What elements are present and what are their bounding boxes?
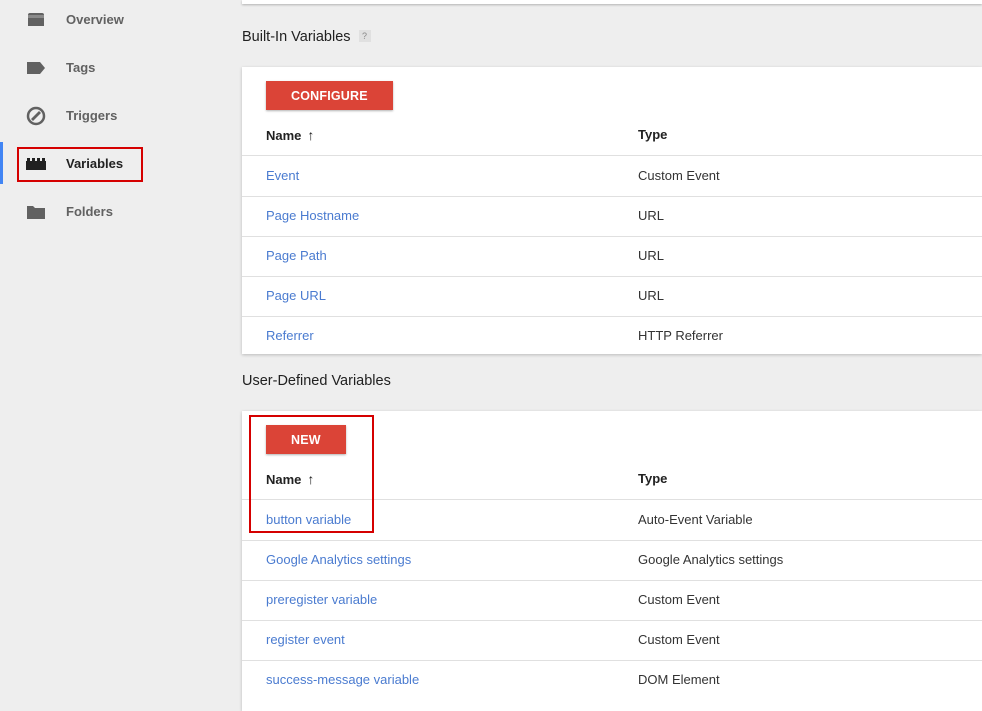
- table-row: register event Custom Event: [242, 620, 982, 661]
- table-row: Page URL URL: [242, 276, 982, 317]
- tag-icon: [26, 58, 46, 78]
- sidebar-item-folders[interactable]: Folders: [0, 188, 200, 236]
- name-column-header[interactable]: Name ↑: [266, 115, 314, 156]
- trigger-icon: [26, 106, 46, 126]
- table-row: preregister variable Custom Event: [242, 580, 982, 621]
- sidebar-item-overview[interactable]: Overview: [0, 0, 200, 44]
- table-header: Name ↑ Type: [242, 115, 982, 156]
- user-defined-variables-card: NEW Name ↑ Type button variable Auto-Even…: [242, 411, 982, 711]
- variable-type: Custom Event: [638, 168, 720, 183]
- type-column-header[interactable]: Type: [638, 115, 667, 155]
- section-title-text: Built-In Variables: [242, 29, 351, 45]
- variable-name-link[interactable]: Referrer: [266, 316, 314, 356]
- variable-name-link[interactable]: preregister variable: [266, 580, 377, 620]
- sidebar-item-triggers[interactable]: Triggers: [0, 92, 200, 140]
- folder-icon: [26, 202, 46, 222]
- variable-name-link[interactable]: button variable: [266, 500, 351, 540]
- table-row: Page Hostname URL: [242, 196, 982, 237]
- table-row: success-message variable DOM Element: [242, 660, 982, 700]
- variable-name-link[interactable]: success-message variable: [266, 660, 419, 700]
- variable-type: URL: [638, 248, 665, 263]
- sort-ascending-icon[interactable]: ↑: [307, 115, 314, 155]
- new-variable-button[interactable]: NEW: [266, 425, 346, 454]
- sidebar: Overview Tags Triggers Variables Folders: [0, 0, 200, 696]
- sort-ascending-icon[interactable]: ↑: [307, 459, 314, 499]
- sidebar-item-label: Folders: [66, 204, 113, 219]
- help-icon[interactable]: ?: [358, 30, 371, 43]
- builtin-variables-card: CONFIGURE Name ↑ Type Event Custom Event …: [242, 67, 982, 354]
- variable-name-link[interactable]: Page URL: [266, 276, 326, 316]
- column-label: Name: [266, 472, 302, 487]
- variable-type: Auto-Event Variable: [638, 512, 753, 527]
- variable-type: URL: [638, 208, 665, 223]
- variable-name-link[interactable]: Page Hostname: [266, 196, 359, 236]
- variable-type: HTTP Referrer: [638, 328, 723, 343]
- table-row: Page Path URL: [242, 236, 982, 277]
- userdefined-section-title: User-Defined Variables: [242, 373, 391, 389]
- table-row: button variable Auto-Event Variable: [242, 500, 982, 541]
- configure-button[interactable]: CONFIGURE: [266, 81, 393, 110]
- previous-card-edge: [242, 0, 982, 4]
- overview-icon: [26, 10, 46, 30]
- table-row: Referrer HTTP Referrer: [242, 316, 982, 356]
- variable-name-link[interactable]: Event: [266, 156, 299, 196]
- sidebar-item-label: Tags: [66, 60, 96, 75]
- variable-type: Custom Event: [638, 632, 720, 647]
- name-column-header[interactable]: Name ↑: [266, 459, 314, 500]
- sidebar-item-tags[interactable]: Tags: [0, 44, 200, 92]
- column-label: Name: [266, 128, 302, 143]
- variable-type: DOM Element: [638, 672, 720, 687]
- variable-name-link[interactable]: Page Path: [266, 236, 327, 276]
- variable-type: Google Analytics settings: [638, 552, 784, 567]
- sidebar-item-label: Overview: [66, 12, 124, 27]
- type-column-header[interactable]: Type: [638, 459, 667, 499]
- table-row: Google Analytics settings Google Analyti…: [242, 540, 982, 581]
- sidebar-item-label: Variables: [66, 156, 124, 171]
- variable-name-link[interactable]: register event: [266, 620, 345, 660]
- variable-name-link[interactable]: Google Analytics settings: [266, 540, 411, 580]
- sidebar-item-label: Triggers: [66, 108, 118, 123]
- variable-type: URL: [638, 288, 665, 303]
- sidebar-item-variables[interactable]: Variables: [0, 140, 200, 188]
- builtin-section-title: Built-In Variables?: [242, 29, 371, 45]
- table-row: Event Custom Event: [242, 156, 982, 197]
- table-header: Name ↑ Type: [242, 459, 982, 500]
- variable-type: Custom Event: [638, 592, 720, 607]
- variables-icon: [26, 154, 46, 174]
